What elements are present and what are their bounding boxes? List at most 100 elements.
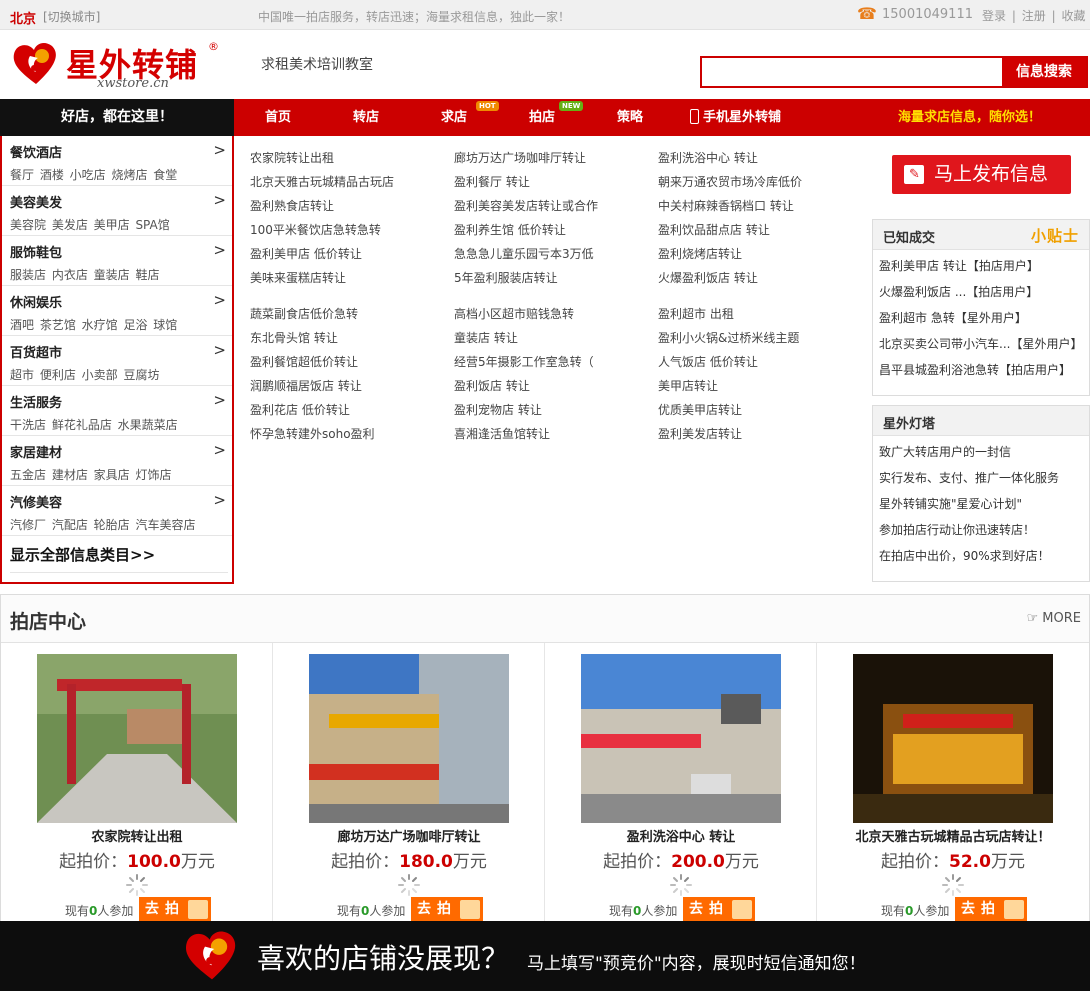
listing-link[interactable]: 北京天雅古玩城精品古玩店 — [250, 174, 450, 198]
listing-link[interactable]: 人气饭店 低价转让 — [658, 354, 858, 378]
wanted-ad-link[interactable]: 求租美术培训教室 — [261, 54, 373, 74]
listing-link[interactable]: 朝来万通农贸市场冷库低价 — [658, 174, 858, 198]
category-title[interactable]: 家居建材 — [10, 442, 62, 461]
listing-link[interactable]: 盈利美发店转让 — [658, 426, 858, 450]
category-item[interactable]: 美容美发 > 美容院 美发店 美甲店 SPA馆 — [2, 186, 232, 236]
listing-link[interactable]: 盈利饭店 转让 — [454, 378, 654, 402]
category-subs[interactable]: 超市 便利店 小卖部 豆腐坊 — [10, 366, 159, 383]
nav-home[interactable]: 首页 — [234, 99, 322, 136]
card-title[interactable]: 北京天雅古玩城精品古玩店转让！ — [817, 826, 1089, 845]
list-item[interactable]: 盈利美甲店 转让【拍店用户】 — [873, 253, 1089, 279]
list-item[interactable]: 盈利超市 急转【星外用户】 — [873, 305, 1089, 331]
category-title[interactable]: 汽修美容 — [10, 492, 62, 511]
listing-link[interactable]: 美味来蛋糕店转让 — [250, 270, 450, 294]
listing-link[interactable]: 蔬菜副食店低价急转 — [250, 306, 450, 330]
list-item[interactable]: 昌平县城盈利浴池急转【拍店用户】 — [873, 357, 1089, 383]
listing-link[interactable]: 盈利美甲店 低价转让 — [250, 246, 450, 270]
listing-link[interactable]: 廊坊万达广场咖啡厅转让 — [454, 150, 654, 174]
show-all-categories-link[interactable]: 显示全部信息类目>> — [10, 544, 155, 565]
category-item[interactable]: 汽修美容 > 汽修厂 汽配店 轮胎店 汽车美容店 — [2, 486, 232, 536]
shop-photo[interactable] — [37, 654, 237, 823]
list-item[interactable]: 在拍店中出价，90%求到好店！ — [873, 543, 1089, 569]
category-subs[interactable]: 五金店 建材店 家具店 灯饰店 — [10, 466, 171, 483]
listing-link[interactable]: 盈利餐厅 转让 — [454, 174, 654, 198]
listing-link[interactable]: 怀孕急转建外soho盈利 — [250, 426, 450, 450]
listing-link[interactable]: 盈利养生馆 低价转让 — [454, 222, 654, 246]
search-input[interactable] — [702, 58, 1002, 86]
listing-link[interactable]: 经营5年摄影工作室急转（ — [454, 354, 654, 378]
listing-link[interactable]: 5年盈利服装店转让 — [454, 270, 654, 294]
listing-link[interactable]: 中关村麻辣香锅档口 转让 — [658, 198, 858, 222]
shop-photo[interactable] — [581, 654, 781, 823]
category-subs[interactable]: 服装店 内衣店 童装店 鞋店 — [10, 266, 159, 283]
listing-link[interactable]: 优质美甲店转让 — [658, 402, 858, 426]
search-button[interactable]: 信息搜索 — [1002, 58, 1086, 86]
category-subs[interactable]: 餐厅 酒楼 小吃店 烧烤店 食堂 — [10, 166, 177, 183]
category-title[interactable]: 生活服务 — [10, 392, 62, 411]
list-item[interactable]: 火爆盈利饭店 ...【拍店用户】 — [873, 279, 1089, 305]
card-title[interactable]: 农家院转让出租 — [1, 826, 273, 845]
listing-link[interactable]: 100平米餐饮店急转急转 — [250, 222, 450, 246]
login-link[interactable]: 登录 — [982, 9, 1006, 23]
listing-link[interactable]: 盈利小火锅&过桥米线主题 — [658, 330, 858, 354]
publish-button[interactable]: ✎ 马上发布信息 — [892, 155, 1071, 194]
card-title[interactable]: 盈利洗浴中心 转让 — [545, 826, 817, 845]
site-logo[interactable]: 星外转铺 ® xwstore.cn — [12, 40, 227, 95]
nav-mobile[interactable]: 手机星外转铺 — [690, 99, 781, 136]
bid-button[interactable]: 去拍 — [139, 897, 211, 922]
auction-card[interactable]: 农家院转让出租 起拍价：100.0万元 现有0人参加 去拍 — [1, 643, 273, 925]
listing-link[interactable]: 农家院转让出租 — [250, 150, 450, 174]
category-title[interactable]: 休闲娱乐 — [10, 292, 62, 311]
category-item[interactable]: 休闲娱乐 > 酒吧 茶艺馆 水疗馆 足浴 球馆 — [2, 286, 232, 336]
listing-link[interactable]: 盈利熟食店转让 — [250, 198, 450, 222]
listing-link[interactable]: 盈利烧烤店转让 — [658, 246, 858, 270]
listing-link[interactable]: 盈利饮品甜点店 转让 — [658, 222, 858, 246]
shop-photo[interactable] — [853, 654, 1053, 823]
category-item[interactable]: 百货超市 > 超市 便利店 小卖部 豆腐坊 — [2, 336, 232, 386]
listing-link[interactable]: 火爆盈利饭店 转让 — [658, 270, 858, 294]
category-subs[interactable]: 酒吧 茶艺馆 水疗馆 足浴 球馆 — [10, 316, 177, 333]
listing-link[interactable]: 盈利美容美发店转让或合作 — [454, 198, 654, 222]
shop-photo[interactable] — [309, 654, 509, 823]
listing-link[interactable]: 东北骨头馆 转让 — [250, 330, 450, 354]
listing-link[interactable]: 急急急儿童乐园亏本3万低 — [454, 246, 654, 270]
favorite-link[interactable]: 收藏 — [1061, 9, 1085, 23]
auction-card[interactable]: 盈利洗浴中心 转让 起拍价：200.0万元 现有0人参加 去拍 — [545, 643, 817, 925]
nav-strategy[interactable]: 策略 — [586, 99, 674, 136]
category-subs[interactable]: 汽修厂 汽配店 轮胎店 汽车美容店 — [10, 516, 195, 533]
listing-link[interactable]: 盈利超市 出租 — [658, 306, 858, 330]
bid-button[interactable]: 去拍 — [955, 897, 1027, 922]
bid-button[interactable]: 去拍 — [411, 897, 483, 922]
category-item[interactable]: 服饰鞋包 > 服装店 内衣店 童装店 鞋店 — [2, 236, 232, 286]
category-title[interactable]: 百货超市 — [10, 342, 62, 361]
auction-card[interactable]: 北京天雅古玩城精品古玩店转让！ 起拍价：52.0万元 现有0人参加 去拍 — [817, 643, 1089, 925]
listing-link[interactable]: 盈利花店 低价转让 — [250, 402, 450, 426]
list-item[interactable]: 致广大转店用户的一封信 — [873, 439, 1089, 465]
category-title[interactable]: 服饰鞋包 — [10, 242, 62, 261]
switch-city-link[interactable]: [切换城市] — [43, 8, 100, 25]
listing-link[interactable]: 童装店 转让 — [454, 330, 654, 354]
listing-link[interactable]: 喜湘逢活鱼馆转让 — [454, 426, 654, 450]
list-item[interactable]: 实行发布、支付、推广一体化服务 — [873, 465, 1089, 491]
category-title[interactable]: 美容美发 — [10, 192, 62, 211]
register-link[interactable]: 注册 — [1022, 9, 1046, 23]
listing-link[interactable]: 盈利洗浴中心 转让 — [658, 150, 858, 174]
more-link[interactable]: ☞ MORE — [1027, 611, 1081, 626]
category-item[interactable]: 餐饮酒店 > 餐厅 酒楼 小吃店 烧烤店 食堂 — [2, 136, 232, 186]
listing-link[interactable]: 美甲店转让 — [658, 378, 858, 402]
card-title[interactable]: 廊坊万达广场咖啡厅转让 — [273, 826, 545, 845]
list-item[interactable]: 参加拍店行动让你迅速转店！ — [873, 517, 1089, 543]
listing-link[interactable]: 高档小区超市赔钱急转 — [454, 306, 654, 330]
listing-link[interactable]: 盈利餐馆超低价转让 — [250, 354, 450, 378]
category-item[interactable]: 生活服务 > 干洗店 鲜花礼品店 水果蔬菜店 — [2, 386, 232, 436]
listing-link[interactable]: 盈利宠物店 转让 — [454, 402, 654, 426]
category-subs[interactable]: 干洗店 鲜花礼品店 水果蔬菜店 — [10, 416, 178, 433]
category-subs[interactable]: 美容院 美发店 美甲店 SPA馆 — [10, 216, 170, 233]
nav-transfer[interactable]: 转店 — [322, 99, 410, 136]
auction-card[interactable]: 廊坊万达广场咖啡厅转让 起拍价：180.0万元 现有0人参加 去拍 — [273, 643, 545, 925]
list-item[interactable]: 北京买卖公司带小汽车...【星外用户】 — [873, 331, 1089, 357]
list-item[interactable]: 星外转铺实施"星爱心计划" — [873, 491, 1089, 517]
bid-button[interactable]: 去拍 — [683, 897, 755, 922]
bottom-banner[interactable]: 喜欢的店铺没展现？ 马上填写"预竞价"内容，展现时短信通知您！ — [0, 921, 1090, 991]
category-title[interactable]: 餐饮酒店 — [10, 142, 62, 161]
